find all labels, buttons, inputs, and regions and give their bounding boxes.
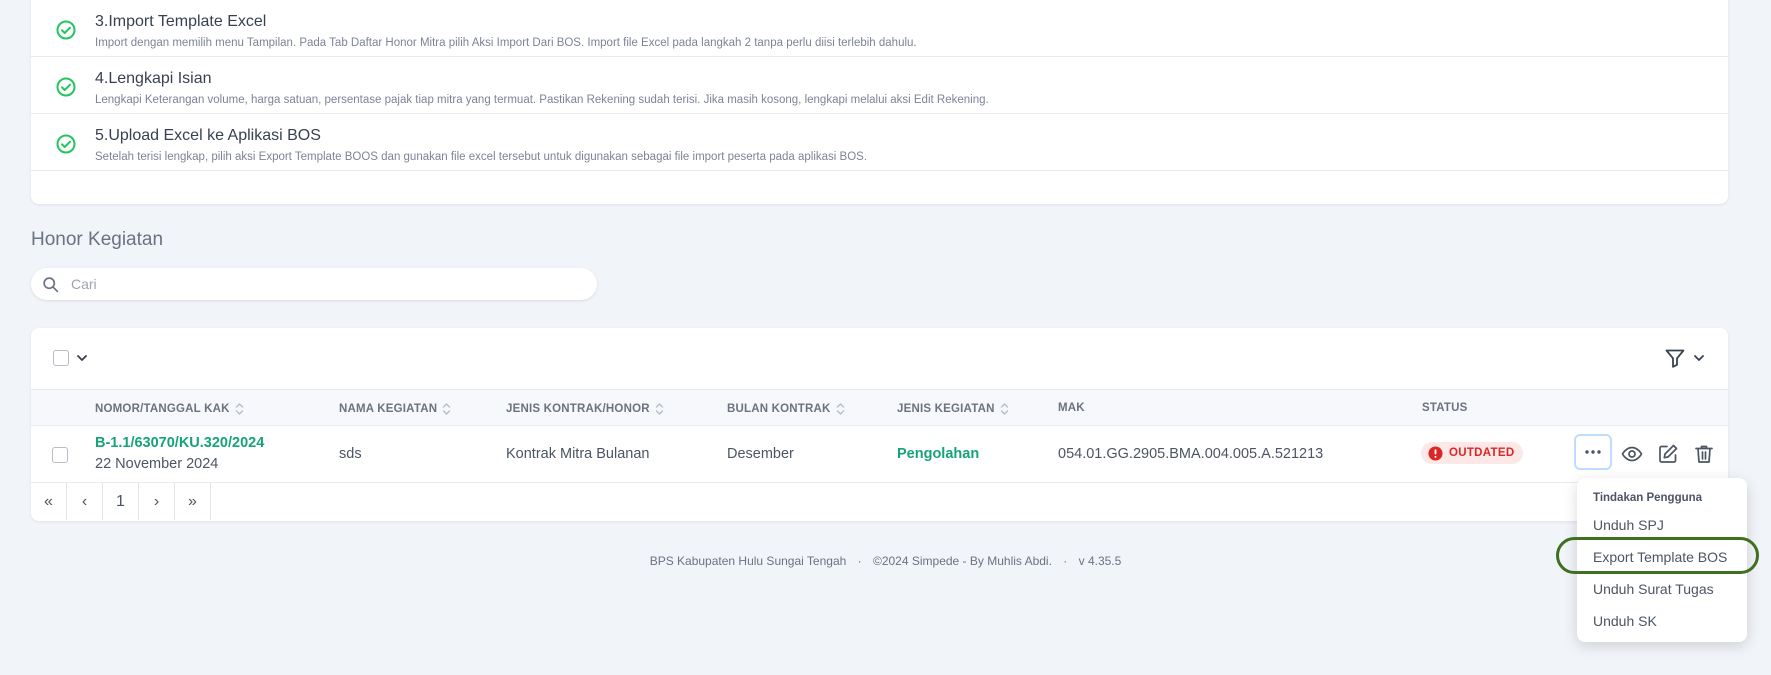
- sort-icon: [443, 403, 451, 415]
- prev-page-button[interactable]: ‹: [67, 483, 103, 520]
- filter-icon[interactable]: [1664, 347, 1686, 369]
- menu-item-unduh-spj[interactable]: Unduh SPJ: [1593, 517, 1664, 533]
- menu-item-export-template-bos[interactable]: Export Template BOS: [1593, 549, 1727, 565]
- step-title: 3.Import Template Excel: [95, 13, 267, 30]
- contract-type: Kontrak Mitra Bulanan: [506, 446, 650, 462]
- status-badge: OUTDATED: [1421, 442, 1524, 464]
- footer: BPS Kabupaten Hulu Sungai Tengah · ©2024…: [0, 554, 1771, 568]
- sort-icon: [655, 403, 663, 415]
- kak-date: 22 November 2024: [95, 456, 219, 472]
- select-all-checkbox[interactable]: [53, 350, 69, 366]
- page-number-button[interactable]: 1: [103, 483, 139, 520]
- column-header[interactable]: BULAN KONTRAK: [727, 402, 845, 416]
- step-title: 5.Upload Excel ke Aplikasi BOS: [95, 127, 321, 144]
- sort-icon: [235, 403, 243, 415]
- menu-item-unduh-sk[interactable]: Unduh SK: [1593, 613, 1657, 629]
- column-header[interactable]: JENIS KONTRAK/HONOR: [506, 402, 664, 416]
- footer-separator: ·: [1063, 554, 1068, 568]
- first-page-button[interactable]: «: [31, 483, 67, 520]
- dropdown-header: Tindakan Pengguna: [1593, 492, 1703, 504]
- search-input[interactable]: [71, 273, 581, 295]
- activity-name: sds: [339, 446, 362, 462]
- step-item: 3.Import Template Excel Import dengan me…: [31, 0, 1728, 57]
- column-header: MAK: [1058, 402, 1085, 414]
- footer-copyright: ©2024 Simpede - By Muhlis Abdi.: [872, 554, 1052, 568]
- edit-icon[interactable]: [1657, 443, 1679, 465]
- table-row: B-1.1/63070/KU.320/2024 22 November 2024…: [31, 426, 1728, 483]
- alert-icon: [1428, 445, 1443, 461]
- sort-icon: [836, 403, 844, 415]
- footer-separator: ·: [857, 554, 862, 568]
- column-header: STATUS: [1422, 402, 1468, 414]
- kak-number-link[interactable]: B-1.1/63070/KU.320/2024: [95, 435, 264, 451]
- check-circle-icon: [56, 20, 76, 40]
- search-box: [31, 268, 597, 300]
- trash-icon[interactable]: [1693, 443, 1715, 465]
- last-page-button[interactable]: »: [175, 483, 211, 520]
- menu-item-unduh-surat-tugas[interactable]: Unduh Surat Tugas: [1593, 581, 1714, 597]
- step-description: Lengkapi Keterangan volume, harga satuan…: [95, 94, 989, 106]
- more-actions-button[interactable]: [1574, 434, 1612, 470]
- table-card: NOMOR/TANGGAL KAK NAMA KEGIATAN JENIS KO…: [31, 328, 1728, 521]
- footer-org: BPS Kabupaten Hulu Sungai Tengah: [649, 554, 847, 568]
- actions-dropdown-menu: Tindakan Pengguna Unduh SPJ Export Templ…: [1577, 478, 1747, 642]
- check-circle-icon: [56, 134, 76, 154]
- footer-version: v 4.35.5: [1078, 554, 1122, 568]
- sort-icon: [1000, 403, 1008, 415]
- ellipsis-icon: [1585, 450, 1601, 454]
- column-header[interactable]: NOMOR/TANGGAL KAK: [95, 402, 244, 416]
- mak-code: 054.01.GG.2905.BMA.004.005.A.521213: [1058, 446, 1324, 462]
- step-item: 4.Lengkapi Isian Lengkapi Keterangan vol…: [31, 57, 1728, 114]
- status-text: OUTDATED: [1449, 447, 1515, 459]
- step-title: 4.Lengkapi Isian: [95, 70, 212, 87]
- column-header[interactable]: JENIS KEGIATAN: [897, 402, 1009, 416]
- table-header: NOMOR/TANGGAL KAK NAMA KEGIATAN JENIS KO…: [31, 389, 1728, 426]
- section-title: Honor Kegiatan: [31, 229, 164, 250]
- search-icon: [43, 277, 59, 293]
- step-description: Import dengan memilih menu Tampilan. Pad…: [95, 37, 917, 49]
- next-page-button[interactable]: ›: [139, 483, 175, 520]
- steps-card: 3.Import Template Excel Import dengan me…: [31, 0, 1728, 204]
- chevron-down-icon[interactable]: [75, 351, 89, 365]
- step-item: 5.Upload Excel ke Aplikasi BOS Setelah t…: [31, 114, 1728, 171]
- activity-type: Pengolahan: [897, 446, 980, 462]
- row-checkbox[interactable]: [52, 447, 68, 463]
- contract-month: Desember: [727, 446, 794, 462]
- step-description: Setelah terisi lengkap, pilih aksi Expor…: [95, 151, 868, 163]
- pagination: « ‹ 1 › »: [31, 483, 211, 520]
- eye-icon[interactable]: [1621, 443, 1643, 465]
- check-circle-icon: [56, 77, 76, 97]
- chevron-down-icon[interactable]: [1692, 351, 1706, 365]
- column-header[interactable]: NAMA KEGIATAN: [339, 402, 451, 416]
